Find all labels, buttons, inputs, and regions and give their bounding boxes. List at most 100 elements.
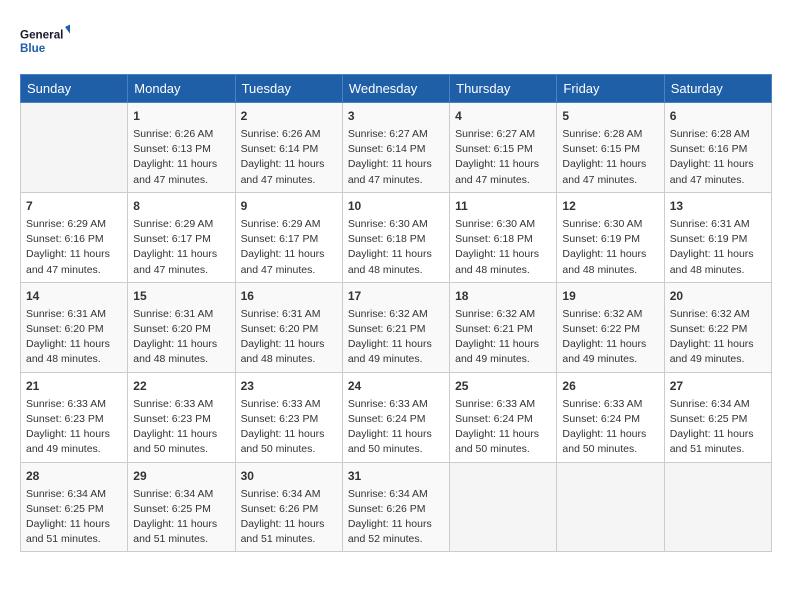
day-info: Sunrise: 6:33 AMSunset: 6:23 PMDaylight:… — [133, 397, 229, 458]
day-number: 24 — [348, 377, 444, 395]
day-info: Sunrise: 6:33 AMSunset: 6:24 PMDaylight:… — [348, 397, 444, 458]
day-number: 25 — [455, 377, 551, 395]
day-number: 19 — [562, 287, 658, 305]
day-info: Sunrise: 6:30 AMSunset: 6:18 PMDaylight:… — [348, 217, 444, 278]
calendar-cell: 19 Sunrise: 6:32 AMSunset: 6:22 PMDayligh… — [557, 282, 664, 372]
calendar-cell: 12Sunrise: 6:30 AMSunset: 6:19 PMDayligh… — [557, 192, 664, 282]
calendar-cell — [21, 103, 128, 193]
day-number: 5 — [562, 107, 658, 125]
day-number: 14 — [26, 287, 122, 305]
day-number: 29 — [133, 467, 229, 485]
day-number: 7 — [26, 197, 122, 215]
day-info: Sunrise: 6:31 AMSunset: 6:20 PMDaylight:… — [26, 307, 122, 368]
day-number: 13 — [670, 197, 766, 215]
day-number: 20 — [670, 287, 766, 305]
calendar-cell: 26 Sunrise: 6:33 AMSunset: 6:24 PMDayligh… — [557, 372, 664, 462]
calendar-cell: 8 Sunrise: 6:29 AMSunset: 6:17 PMDaylight… — [128, 192, 235, 282]
logo: General Blue — [20, 20, 70, 64]
day-info: Sunrise: 6:33 AMSunset: 6:24 PMDaylight:… — [562, 397, 658, 458]
svg-text:General: General — [20, 29, 63, 42]
day-info: Sunrise: 6:29 AMSunset: 6:17 PMDaylight:… — [241, 217, 337, 278]
calendar-cell: 24 Sunrise: 6:33 AMSunset: 6:24 PMDayligh… — [342, 372, 449, 462]
day-info: Sunrise: 6:26 AMSunset: 6:13 PMDaylight:… — [133, 127, 229, 188]
day-number: 21 — [26, 377, 122, 395]
day-info: Sunrise: 6:29 AMSunset: 6:17 PMDaylight:… — [133, 217, 229, 278]
day-info: Sunrise: 6:34 AMSunset: 6:25 PMDaylight:… — [26, 487, 122, 548]
day-info: Sunrise: 6:34 AMSunset: 6:26 PMDaylight:… — [348, 487, 444, 548]
day-number: 8 — [133, 197, 229, 215]
day-number: 17 — [348, 287, 444, 305]
calendar-cell: 11Sunrise: 6:30 AMSunset: 6:18 PMDayligh… — [450, 192, 557, 282]
week-row-5: 28 Sunrise: 6:34 AMSunset: 6:25 PMDayligh… — [21, 462, 772, 552]
day-number: 11 — [455, 197, 551, 215]
calendar-cell: 9 Sunrise: 6:29 AMSunset: 6:17 PMDaylight… — [235, 192, 342, 282]
day-info: Sunrise: 6:27 AMSunset: 6:14 PMDaylight:… — [348, 127, 444, 188]
day-number: 6 — [670, 107, 766, 125]
day-info: Sunrise: 6:32 AMSunset: 6:22 PMDaylight:… — [562, 307, 658, 368]
day-header-wednesday: Wednesday — [342, 75, 449, 103]
calendar-cell: 30 Sunrise: 6:34 AMSunset: 6:26 PMDayligh… — [235, 462, 342, 552]
day-info: Sunrise: 6:33 AMSunset: 6:23 PMDaylight:… — [26, 397, 122, 458]
calendar-cell — [450, 462, 557, 552]
day-number: 15 — [133, 287, 229, 305]
calendar-cell: 16 Sunrise: 6:31 AMSunset: 6:20 PMDayligh… — [235, 282, 342, 372]
day-info: Sunrise: 6:31 AMSunset: 6:20 PMDaylight:… — [133, 307, 229, 368]
day-number: 28 — [26, 467, 122, 485]
day-header-sunday: Sunday — [21, 75, 128, 103]
calendar-cell: 18 Sunrise: 6:32 AMSunset: 6:21 PMDayligh… — [450, 282, 557, 372]
day-info: Sunrise: 6:26 AMSunset: 6:14 PMDaylight:… — [241, 127, 337, 188]
day-number: 23 — [241, 377, 337, 395]
day-header-tuesday: Tuesday — [235, 75, 342, 103]
day-number: 9 — [241, 197, 337, 215]
calendar-cell: 3 Sunrise: 6:27 AMSunset: 6:14 PMDaylight… — [342, 103, 449, 193]
calendar-cell — [557, 462, 664, 552]
calendar-cell: 20Sunrise: 6:32 AMSunset: 6:22 PMDayligh… — [664, 282, 771, 372]
calendar-cell: 31 Sunrise: 6:34 AMSunset: 6:26 PMDayligh… — [342, 462, 449, 552]
day-info: Sunrise: 6:31 AMSunset: 6:19 PMDaylight:… — [670, 217, 766, 278]
week-row-1: 1 Sunrise: 6:26 AMSunset: 6:13 PMDaylight… — [21, 103, 772, 193]
day-number: 4 — [455, 107, 551, 125]
day-info: Sunrise: 6:28 AMSunset: 6:15 PMDaylight:… — [562, 127, 658, 188]
calendar-cell: 14 Sunrise: 6:31 AMSunset: 6:20 PMDayligh… — [21, 282, 128, 372]
day-info: Sunrise: 6:34 AMSunset: 6:26 PMDaylight:… — [241, 487, 337, 548]
week-row-2: 7Sunrise: 6:29 AMSunset: 6:16 PMDaylight… — [21, 192, 772, 282]
week-row-4: 21 Sunrise: 6:33 AMSunset: 6:23 PMDayligh… — [21, 372, 772, 462]
day-info: Sunrise: 6:30 AMSunset: 6:19 PMDaylight:… — [562, 217, 658, 278]
week-row-3: 14 Sunrise: 6:31 AMSunset: 6:20 PMDayligh… — [21, 282, 772, 372]
calendar-cell: 28 Sunrise: 6:34 AMSunset: 6:25 PMDayligh… — [21, 462, 128, 552]
day-number: 3 — [348, 107, 444, 125]
calendar-cell: 29 Sunrise: 6:34 AMSunset: 6:25 PMDayligh… — [128, 462, 235, 552]
day-number: 16 — [241, 287, 337, 305]
day-number: 1 — [133, 107, 229, 125]
calendar-cell: 6Sunrise: 6:28 AMSunset: 6:16 PMDaylight… — [664, 103, 771, 193]
day-info: Sunrise: 6:31 AMSunset: 6:20 PMDaylight:… — [241, 307, 337, 368]
calendar-cell: 15 Sunrise: 6:31 AMSunset: 6:20 PMDayligh… — [128, 282, 235, 372]
page-header: General Blue — [20, 20, 772, 64]
day-header-thursday: Thursday — [450, 75, 557, 103]
svg-text:Blue: Blue — [20, 42, 46, 55]
day-number: 30 — [241, 467, 337, 485]
calendar-cell — [664, 462, 771, 552]
day-info: Sunrise: 6:34 AMSunset: 6:25 PMDaylight:… — [133, 487, 229, 548]
calendar-cell: 10 Sunrise: 6:30 AMSunset: 6:18 PMDayligh… — [342, 192, 449, 282]
day-number: 26 — [562, 377, 658, 395]
calendar-table: SundayMondayTuesdayWednesdayThursdayFrid… — [20, 74, 772, 552]
day-info: Sunrise: 6:32 AMSunset: 6:21 PMDaylight:… — [455, 307, 551, 368]
calendar-cell: 27Sunrise: 6:34 AMSunset: 6:25 PMDayligh… — [664, 372, 771, 462]
day-number: 27 — [670, 377, 766, 395]
calendar-cell: 7Sunrise: 6:29 AMSunset: 6:16 PMDaylight… — [21, 192, 128, 282]
calendar-cell: 17Sunrise: 6:32 AMSunset: 6:21 PMDayligh… — [342, 282, 449, 372]
day-number: 10 — [348, 197, 444, 215]
calendar-cell: 4 Sunrise: 6:27 AMSunset: 6:15 PMDaylight… — [450, 103, 557, 193]
calendar-cell: 22Sunrise: 6:33 AMSunset: 6:23 PMDayligh… — [128, 372, 235, 462]
logo-svg: General Blue — [20, 20, 70, 64]
calendar-cell: 5 Sunrise: 6:28 AMSunset: 6:15 PMDaylight… — [557, 103, 664, 193]
calendar-cell: 2 Sunrise: 6:26 AMSunset: 6:14 PMDaylight… — [235, 103, 342, 193]
calendar-cell: 21 Sunrise: 6:33 AMSunset: 6:23 PMDayligh… — [21, 372, 128, 462]
day-number: 18 — [455, 287, 551, 305]
day-number: 31 — [348, 467, 444, 485]
day-number: 2 — [241, 107, 337, 125]
calendar-cell: 13 Sunrise: 6:31 AMSunset: 6:19 PMDayligh… — [664, 192, 771, 282]
day-info: Sunrise: 6:27 AMSunset: 6:15 PMDaylight:… — [455, 127, 551, 188]
calendar-cell: 25Sunrise: 6:33 AMSunset: 6:24 PMDayligh… — [450, 372, 557, 462]
